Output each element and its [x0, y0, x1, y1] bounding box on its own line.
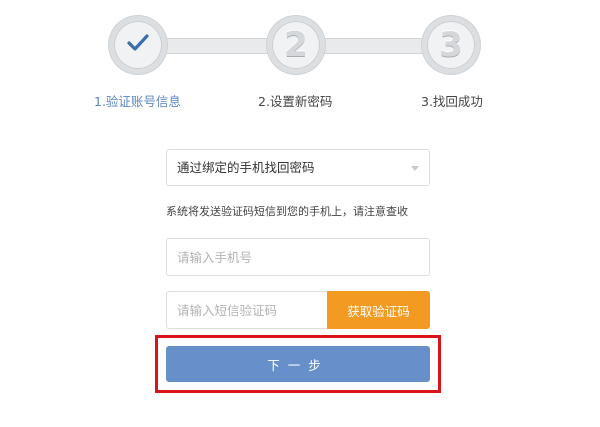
next-step-button[interactable]: 下一步 [166, 346, 430, 382]
step-1-label: 1.验证账号信息 [94, 94, 181, 109]
step-connector-1 [150, 38, 284, 54]
get-code-button[interactable]: 获取验证码 [327, 291, 430, 329]
sms-hint-text: 系统将发送验证码短信到您的手机上，请注意查收 [166, 205, 408, 218]
checkmark-icon [126, 33, 150, 57]
step-2-circle: 2 [267, 16, 325, 74]
recovery-method-value: 通过绑定的手机找回密码 [177, 160, 315, 175]
step-2-number: 2 [284, 25, 308, 65]
step-1-circle [109, 16, 167, 74]
chevron-down-icon [411, 166, 419, 171]
progress-stepper: 2 3 1.验证账号信息 2.设置新密码 3.找回成功 [0, 0, 600, 120]
step-3-number: 3 [439, 25, 463, 65]
step-connector-2 [308, 38, 436, 54]
step-3-circle: 3 [422, 16, 480, 74]
step-3-label: 3.找回成功 [421, 94, 483, 109]
phone-input[interactable] [166, 238, 430, 276]
step-2-label: 2.设置新密码 [258, 94, 333, 109]
recovery-method-select[interactable]: 通过绑定的手机找回密码 [166, 149, 430, 186]
sms-code-input[interactable] [166, 291, 328, 329]
